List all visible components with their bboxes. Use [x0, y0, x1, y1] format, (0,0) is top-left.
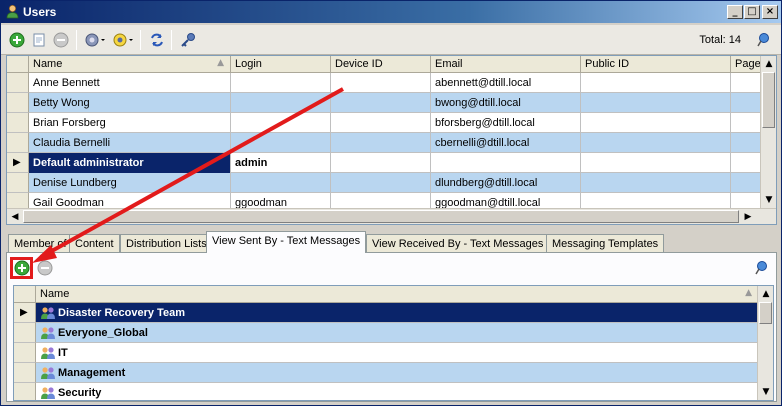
pin-icon — [757, 33, 769, 47]
row-header[interactable] — [14, 343, 36, 363]
group-icon — [41, 307, 55, 319]
row-header[interactable] — [7, 173, 29, 193]
table-row[interactable]: Claudia Bernelli cbernelli@dtill.local — [7, 133, 767, 153]
column-header-device-id[interactable]: Device ID — [331, 56, 431, 73]
refresh-button[interactable] — [147, 31, 167, 49]
scroll-left-icon[interactable]: ◀ — [7, 209, 23, 224]
tab-panel: Name ▲ ▶ Disaster Recovery Team Everyone_… — [6, 252, 777, 402]
gear-icon — [85, 33, 105, 47]
row-header[interactable] — [7, 93, 29, 113]
users-window: Users _ □ × Total: 14 Name ▲ Login Devic… — [0, 0, 782, 406]
annotation-highlight-box — [10, 257, 33, 279]
tab-view-sent-by-text-messages[interactable]: View Sent By - Text Messages — [206, 231, 367, 253]
refresh-icon — [151, 33, 163, 47]
window-title: Users — [23, 5, 57, 19]
tab-messaging-templates[interactable]: Messaging Templates — [546, 234, 665, 253]
scroll-down-icon[interactable]: ▼ — [758, 384, 773, 400]
main-toolbar: Total: 14 — [1, 25, 781, 55]
close-button[interactable]: × — [762, 5, 778, 19]
current-row-indicator-icon: ▶ — [13, 157, 21, 168]
pin-icon — [755, 261, 767, 275]
table-row[interactable]: Betty Wong bwong@dtill.local — [7, 93, 767, 113]
group-icon — [41, 387, 55, 399]
scroll-up-icon[interactable]: ▲ — [761, 56, 776, 72]
scroll-up-icon[interactable]: ▲ — [758, 286, 773, 302]
sort-ascending-icon: ▲ — [217, 58, 224, 68]
row-header[interactable] — [7, 73, 29, 93]
tab-distribution-lists[interactable]: Distribution Lists — [120, 234, 213, 253]
row-header[interactable] — [7, 113, 29, 133]
vertical-scroll-thumb[interactable] — [762, 72, 775, 128]
row-header-corner — [14, 286, 36, 303]
scroll-right-icon[interactable]: ▶ — [740, 209, 756, 224]
row-header[interactable]: ▶ — [14, 303, 36, 323]
sort-ascending-icon: ▲ — [745, 288, 752, 298]
tab-content[interactable]: Content — [69, 234, 120, 253]
table-row[interactable]: Brian Forsberg bforsberg@dtill.local — [7, 113, 767, 133]
table-row[interactable]: Denise Lundberg dlundberg@dtill.local — [7, 173, 767, 193]
users-grid-horizontal-scrollbar[interactable]: ◀ ▶ — [7, 208, 776, 224]
groups-grid-vertical-scrollbar[interactable]: ▲ ▼ — [757, 286, 773, 400]
add-user-button[interactable] — [7, 31, 27, 49]
edit-user-button[interactable] — [29, 31, 49, 49]
column-header-email[interactable]: Email — [431, 56, 581, 73]
add-icon — [9, 32, 25, 48]
title-bar: Users _ □ × — [1, 1, 781, 23]
list-item[interactable]: Management — [14, 363, 759, 383]
user-icon — [6, 4, 19, 19]
list-item[interactable]: IT — [14, 343, 759, 363]
users-grid-header: Name ▲ Login Device ID Email Public ID Pa… — [7, 56, 767, 73]
detail-tabs: Member of Content Distribution Lists Vie… — [6, 231, 777, 253]
groups-grid-header: Name ▲ — [14, 286, 759, 303]
column-header-login[interactable]: Login — [231, 56, 331, 73]
remove-icon — [37, 260, 53, 276]
panel-toolbar — [7, 253, 776, 283]
status-icon — [113, 33, 133, 47]
row-header[interactable]: ▶ — [7, 153, 29, 173]
tab-view-received-by-text-messages[interactable]: View Received By - Text Messages — [366, 234, 550, 253]
tab-member-of[interactable]: Member of — [8, 234, 73, 253]
column-header-public-id[interactable]: Public ID — [581, 56, 731, 73]
current-row-indicator-icon: ▶ — [20, 307, 28, 318]
remove-group-button[interactable] — [35, 259, 55, 277]
delete-user-button[interactable] — [51, 31, 71, 49]
row-header[interactable] — [14, 383, 36, 400]
key-button[interactable] — [178, 31, 198, 49]
edit-document-icon — [33, 33, 45, 47]
total-count: Total: 14 — [699, 34, 741, 46]
list-item[interactable]: Everyone_Global — [14, 323, 759, 343]
scroll-down-icon[interactable]: ▼ — [761, 192, 776, 208]
settings-dropdown-button[interactable] — [83, 31, 107, 49]
group-icon — [41, 367, 55, 379]
vertical-scroll-thumb[interactable] — [759, 302, 772, 324]
table-row[interactable]: Anne Bennett abennett@dtill.local — [7, 73, 767, 93]
column-header-name[interactable]: Name ▲ — [36, 286, 759, 303]
row-header-corner — [7, 56, 29, 73]
groups-grid: Name ▲ ▶ Disaster Recovery Team Everyone_… — [13, 285, 774, 401]
users-grid-vertical-scrollbar[interactable]: ▲ ▼ — [760, 56, 776, 208]
maximize-button[interactable]: □ — [744, 5, 760, 19]
panel-pin-button[interactable] — [751, 259, 771, 277]
group-icon — [41, 327, 55, 339]
table-row-selected[interactable]: ▶ Default administrator admin — [7, 153, 767, 173]
remove-icon — [53, 32, 69, 48]
row-header[interactable] — [14, 363, 36, 383]
minimize-button[interactable]: _ — [727, 5, 743, 19]
key-icon — [181, 33, 195, 47]
status-dropdown-button[interactable] — [111, 31, 135, 49]
users-grid: Name ▲ Login Device ID Email Public ID Pa… — [6, 55, 777, 225]
horizontal-scroll-thumb[interactable] — [23, 210, 739, 223]
group-icon — [41, 347, 55, 359]
list-item-selected[interactable]: ▶ Disaster Recovery Team — [14, 303, 759, 323]
row-header[interactable] — [7, 133, 29, 153]
column-header-name[interactable]: Name ▲ — [29, 56, 231, 73]
row-header[interactable] — [14, 323, 36, 343]
list-item[interactable]: Security — [14, 383, 759, 400]
help-pin-button[interactable] — [753, 31, 773, 49]
